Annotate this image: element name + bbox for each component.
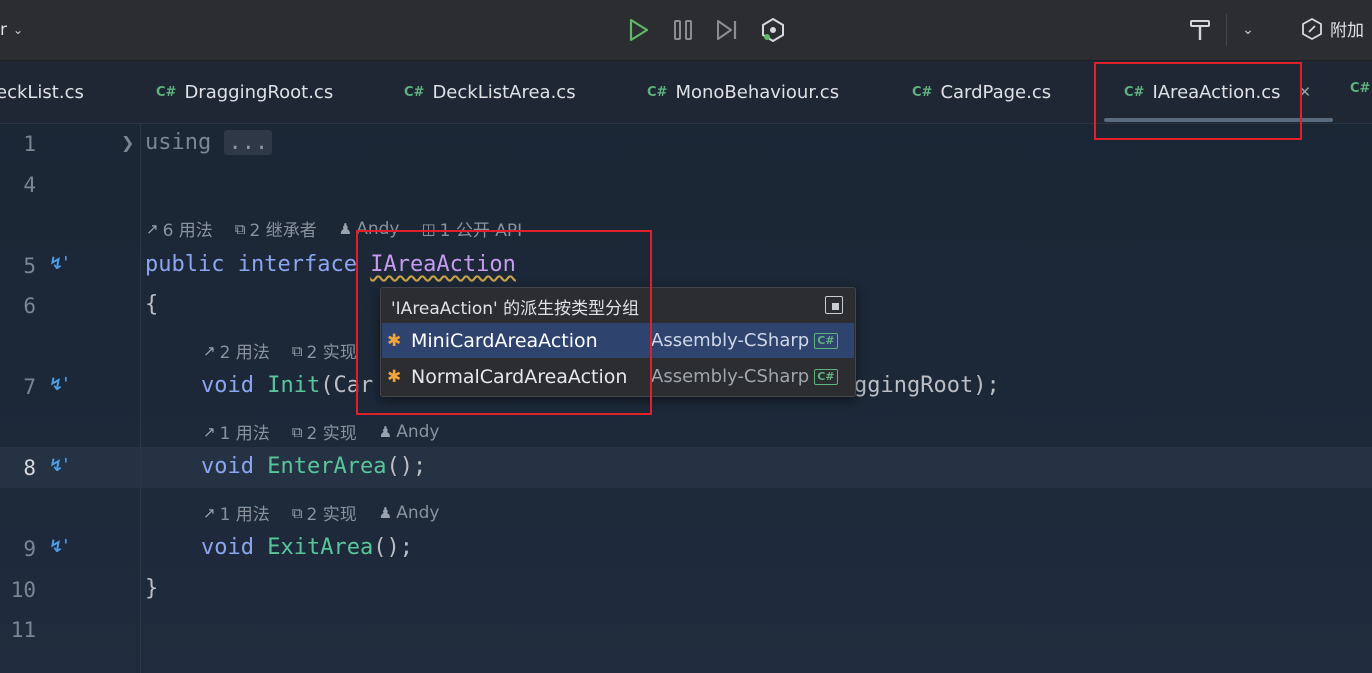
tab-decklist[interactable]: eckList.cs: [0, 79, 84, 105]
step-icon: [717, 20, 737, 40]
line-number: 1: [23, 132, 36, 156]
pin-popup-icon[interactable]: [825, 296, 843, 314]
codevision-init: ↗ 2 用法 ⧉ 2 实现: [203, 338, 357, 364]
pause-icon: [674, 20, 692, 40]
hammer-icon: [1190, 20, 1210, 40]
implementations-hint[interactable]: ⧉ 2 实现: [291, 338, 357, 364]
csharp-file-icon[interactable]: C#: [1350, 81, 1370, 96]
attach-icon: [1302, 17, 1322, 40]
fold-expand-icon[interactable]: ❯: [121, 133, 134, 152]
external-link-icon: ↗: [203, 341, 216, 360]
code-line-9[interactable]: void ExitArea();: [201, 535, 413, 560]
tab-label: CardPage.cs: [940, 81, 1052, 103]
build-button[interactable]: [1184, 14, 1216, 46]
implemented-marker-icon[interactable]: ↯ˈ: [49, 375, 68, 395]
external-link-icon: ↗: [203, 503, 216, 522]
implemented-marker-icon[interactable]: ↯ˈ: [49, 537, 68, 557]
pause-button[interactable]: [667, 14, 699, 46]
external-link-icon: ↗: [203, 422, 216, 441]
csharp-badge-icon: C#: [814, 332, 838, 349]
person-icon: ♟: [378, 503, 393, 522]
line-number: 6: [23, 294, 36, 318]
tab-cardpage[interactable]: C# CardPage.cs: [912, 79, 1051, 105]
author-hint[interactable]: ♟ Andy: [379, 503, 440, 523]
csharp-file-icon: C#: [156, 84, 177, 100]
external-link-icon: ↗: [146, 219, 159, 238]
csharp-badge-icon: C#: [814, 368, 838, 385]
csharp-file-icon: C#: [912, 84, 933, 100]
implementations-icon: ⧉: [291, 422, 303, 441]
implemented-marker-icon[interactable]: ↯ˈ: [49, 456, 68, 476]
implementations-hint[interactable]: ⧉ 2 实现: [291, 419, 357, 445]
tab-draggingroot[interactable]: C# DraggingRoot.cs: [156, 79, 333, 105]
build-options-button[interactable]: ⌄: [1232, 14, 1264, 46]
run-button[interactable]: [622, 14, 654, 46]
codevision-enterarea: ↗ 1 用法 ⧉ 2 实现 ♟ Andy: [203, 419, 440, 445]
play-icon: [629, 18, 649, 42]
implemented-marker-icon[interactable]: ↯ˈ: [49, 254, 68, 274]
code-line-10[interactable]: }: [145, 576, 158, 601]
tab-label: eckList.cs: [0, 81, 84, 103]
implementations-hint[interactable]: ⧉ 2 实现: [291, 500, 357, 526]
line-number: 11: [10, 618, 36, 642]
highlight-box-active-tab: [1094, 62, 1302, 140]
attach-label: 附加: [1330, 21, 1364, 41]
step-button[interactable]: [711, 14, 743, 46]
chevron-down-icon: ⌄: [1242, 22, 1254, 38]
implementations-icon: ⧉: [291, 341, 303, 360]
line-number: 4: [23, 173, 36, 197]
line-number: 5: [23, 254, 36, 278]
person-icon: ♟: [378, 422, 393, 441]
codevision-exitarea: ↗ 1 用法 ⧉ 2 实现 ♟ Andy: [203, 500, 440, 526]
tab-monobehaviour[interactable]: C# MonoBehaviour.cs: [647, 79, 839, 105]
assembly-name: Assembly-CSharp: [651, 330, 810, 351]
usages-hint[interactable]: ↗ 1 用法: [203, 500, 270, 526]
csharp-file-icon: C#: [404, 84, 425, 100]
chevron-down-icon: ⌄: [13, 23, 24, 37]
csharp-file-icon: C#: [647, 84, 668, 100]
highlight-box-popup: [356, 230, 652, 415]
inheritors-hint[interactable]: ⧉ 2 继承者: [234, 216, 317, 242]
folded-imports[interactable]: ...: [224, 130, 273, 155]
usages-hint[interactable]: ↗ 2 用法: [203, 338, 270, 364]
implementations-icon: ⧉: [291, 503, 303, 522]
keyword-using: using: [145, 130, 212, 155]
main-toolbar: r ⌄ ⌄ 附加: [0, 0, 1372, 61]
line-number: 7: [23, 375, 36, 399]
line-number: 8: [23, 456, 36, 480]
inheritors-icon: ⧉: [234, 219, 246, 238]
project-label: r: [0, 20, 7, 40]
tab-label: DeckListArea.cs: [432, 81, 576, 103]
unity-icon: [762, 17, 784, 43]
code-line-8[interactable]: void EnterArea();: [201, 454, 426, 479]
attach-to-process-button[interactable]: 附加: [1300, 16, 1364, 41]
line-number: 9: [23, 537, 36, 561]
code-line-7-tail[interactable]: ggingRoot);: [854, 373, 1000, 398]
usages-hint[interactable]: ↗ 1 用法: [203, 419, 270, 445]
person-icon: ♟: [338, 219, 353, 238]
gutter-divider: [140, 123, 141, 673]
toolbar-separator: [1226, 14, 1227, 46]
tab-label: DraggingRoot.cs: [184, 81, 334, 103]
code-line-6[interactable]: {: [145, 292, 158, 317]
line-number: 10: [10, 578, 36, 602]
tab-decklistarea[interactable]: C# DeckListArea.cs: [404, 79, 576, 105]
code-line-7[interactable]: void Init(Car: [201, 373, 373, 398]
assembly-name: Assembly-CSharp: [651, 366, 810, 387]
project-switcher[interactable]: r ⌄: [0, 16, 23, 44]
author-hint[interactable]: ♟ Andy: [379, 422, 440, 442]
unity-attach-button[interactable]: [757, 14, 789, 46]
tab-label: MonoBehaviour.cs: [675, 81, 840, 103]
usages-hint[interactable]: ↗ 6 用法: [146, 216, 213, 242]
code-line-1[interactable]: using ...: [145, 130, 273, 155]
